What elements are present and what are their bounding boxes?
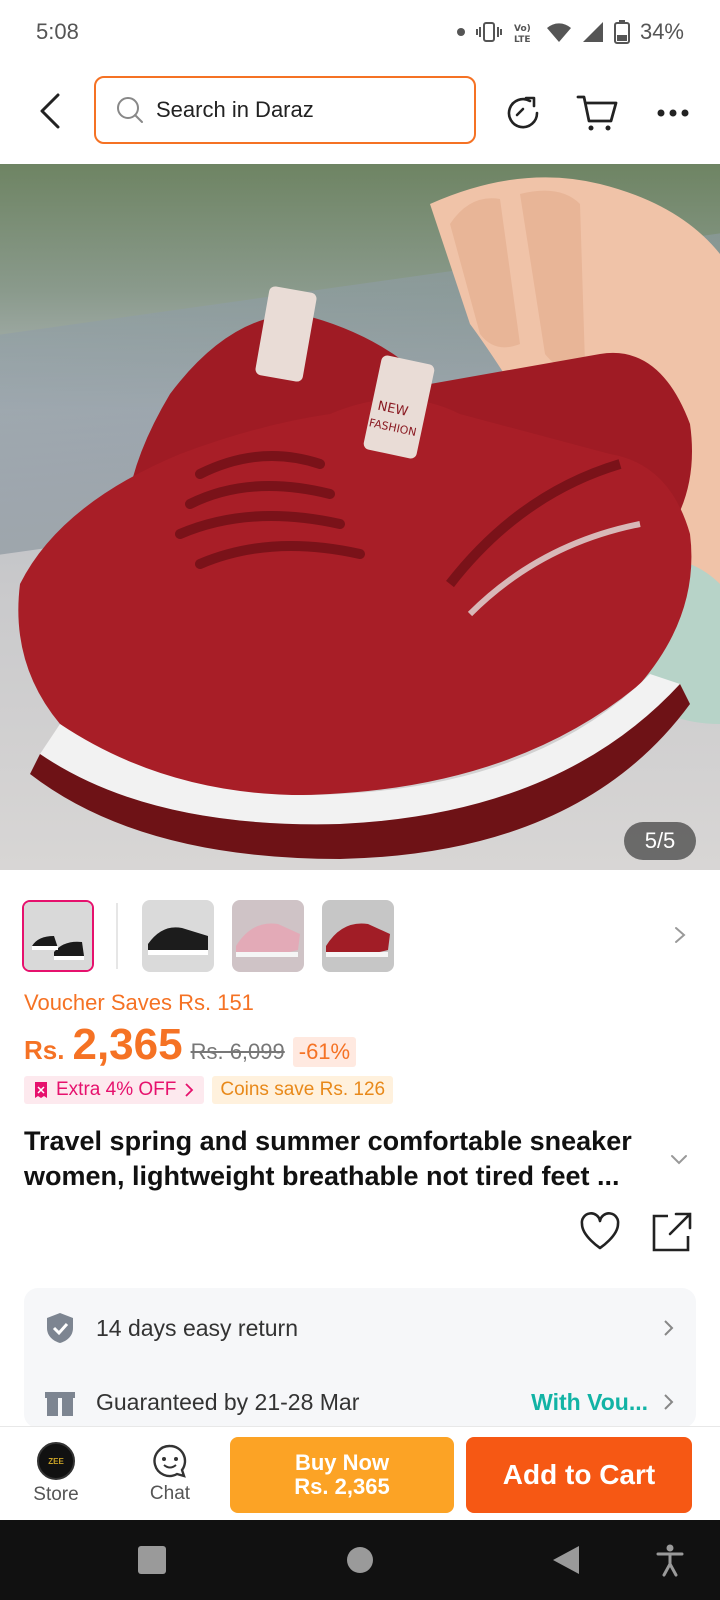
service-return[interactable]: 14 days easy return bbox=[24, 1294, 696, 1362]
coins-save-tag: Coins save Rs. 126 bbox=[212, 1076, 394, 1104]
service-return-text: 14 days easy return bbox=[96, 1314, 299, 1341]
battery-percent: 34% bbox=[639, 19, 684, 44]
black-sneaker-side-thumb-image bbox=[142, 900, 214, 972]
lte-icon: Vo)LTE bbox=[514, 24, 531, 44]
back-arrow-icon bbox=[40, 93, 60, 129]
recents-button[interactable] bbox=[132, 1540, 172, 1580]
thumbnail-red[interactable] bbox=[322, 900, 394, 972]
signal-icon bbox=[582, 22, 603, 42]
services-card: 14 days easy return Guaranteed by 21-28 … bbox=[24, 1288, 696, 1428]
extra-off-tag[interactable]: Extra 4% OFF bbox=[24, 1076, 205, 1104]
pink-sneaker-thumb-image bbox=[232, 900, 304, 972]
share-button[interactable] bbox=[650, 1210, 694, 1254]
thumbnails-next-button[interactable] bbox=[668, 920, 692, 950]
system-navigation-bar bbox=[0, 1520, 720, 1600]
search-placeholder: Search in Daraz bbox=[156, 97, 314, 122]
more-options-button[interactable] bbox=[648, 88, 698, 138]
currency-label: Rs. bbox=[24, 1035, 65, 1065]
top-header: Search in Daraz bbox=[0, 68, 720, 162]
chevron-right-icon bbox=[675, 927, 686, 943]
original-price: Rs. 6,099 bbox=[190, 1039, 285, 1064]
price-row: Rs. 2,365 Rs. 6,099 -61% bbox=[24, 1020, 357, 1072]
expand-title-button[interactable] bbox=[668, 1148, 690, 1170]
vibrate-icon bbox=[475, 22, 502, 42]
wifi-icon bbox=[546, 23, 571, 42]
status-time: 5:08 bbox=[36, 19, 79, 44]
service-delivery-voucher: With Vou... bbox=[531, 1388, 648, 1415]
store-logo: ZEE bbox=[37, 1442, 75, 1480]
back-button[interactable] bbox=[30, 86, 70, 136]
thumbnail-black-side[interactable] bbox=[142, 900, 214, 972]
search-input[interactable]: Search in Daraz bbox=[94, 76, 476, 144]
accessibility-button[interactable] bbox=[650, 1540, 690, 1580]
service-delivery-text: Guaranteed by 21-28 Mar bbox=[96, 1388, 360, 1415]
more-icon bbox=[657, 109, 689, 117]
cart-icon bbox=[576, 95, 618, 131]
thumbnail-pink[interactable] bbox=[232, 900, 304, 972]
add-to-cart-label: Add to Cart bbox=[502, 1459, 656, 1490]
add-to-cart-button[interactable]: Add to Cart bbox=[466, 1437, 692, 1513]
voucher-savings[interactable]: Voucher Saves Rs. 151 bbox=[24, 990, 254, 1016]
share-icon bbox=[652, 1212, 692, 1252]
current-price: 2,365 bbox=[72, 1020, 183, 1069]
buy-now-label: Buy Now bbox=[294, 1450, 390, 1475]
extra-off-label: Extra 4% OFF bbox=[56, 1079, 177, 1100]
promo-tags: Extra 4% OFF Coins save Rs. 126 bbox=[24, 1076, 394, 1106]
coupon-icon bbox=[35, 1082, 47, 1098]
buy-now-button[interactable]: Buy Now Rs. 2,365 bbox=[230, 1437, 454, 1513]
product-image-carousel[interactable]: NEW FASHION 5/5 bbox=[0, 164, 720, 870]
store-label: Store bbox=[33, 1484, 79, 1505]
accessibility-icon bbox=[656, 1544, 684, 1577]
square-icon bbox=[138, 1546, 166, 1574]
heart-icon bbox=[580, 1212, 620, 1250]
status-icons: Vo) LTE 34% bbox=[456, 19, 684, 45]
shield-check-icon bbox=[47, 1313, 73, 1343]
home-button[interactable] bbox=[340, 1540, 380, 1580]
share-refresh-icon bbox=[507, 96, 539, 129]
refresh-share-button[interactable] bbox=[498, 88, 548, 138]
chevron-right-icon bbox=[664, 1394, 674, 1410]
wishlist-button[interactable] bbox=[578, 1210, 622, 1254]
triangle-back-icon bbox=[553, 1546, 579, 1574]
chat-label: Chat bbox=[149, 1483, 191, 1504]
status-bar: 5:08 Vo) LTE 34% bbox=[0, 0, 720, 64]
discount-badge: -61% bbox=[292, 1037, 357, 1067]
search-icon bbox=[117, 97, 143, 123]
store-button[interactable]: ZEE Store bbox=[6, 1427, 106, 1521]
chat-button[interactable]: Chat bbox=[120, 1427, 220, 1521]
thumbnail-black-pair[interactable] bbox=[22, 900, 94, 972]
cart-button[interactable] bbox=[572, 88, 622, 138]
buy-now-price: Rs. 2,365 bbox=[294, 1474, 390, 1499]
chevron-right-icon bbox=[664, 1320, 674, 1336]
image-counter: 5/5 bbox=[624, 822, 696, 860]
product-title: Travel spring and summer comfortable sne… bbox=[24, 1126, 632, 1191]
back-nav-button[interactable] bbox=[546, 1540, 586, 1580]
thumbnail-divider bbox=[116, 903, 118, 969]
battery-icon bbox=[613, 20, 630, 44]
red-sneaker-thumb-image bbox=[322, 900, 394, 972]
notification-dot-icon bbox=[456, 28, 465, 36]
circle-icon bbox=[347, 1547, 373, 1573]
black-sneaker-thumb-image bbox=[24, 902, 92, 970]
bottom-action-bar: ZEE Store Chat Buy Now Rs. 2,365 Add to … bbox=[0, 1426, 720, 1520]
red-sneaker-image: NEW FASHION bbox=[18, 177, 720, 859]
gift-box-icon bbox=[45, 1392, 75, 1416]
svg-text:LTE: LTE bbox=[514, 35, 531, 44]
chevron-right-icon bbox=[185, 1083, 194, 1097]
thumbnail-strip bbox=[22, 898, 412, 974]
chevron-down-icon bbox=[671, 1155, 687, 1165]
svg-text:Vo): Vo) bbox=[514, 24, 531, 34]
chat-icon bbox=[153, 1444, 187, 1478]
